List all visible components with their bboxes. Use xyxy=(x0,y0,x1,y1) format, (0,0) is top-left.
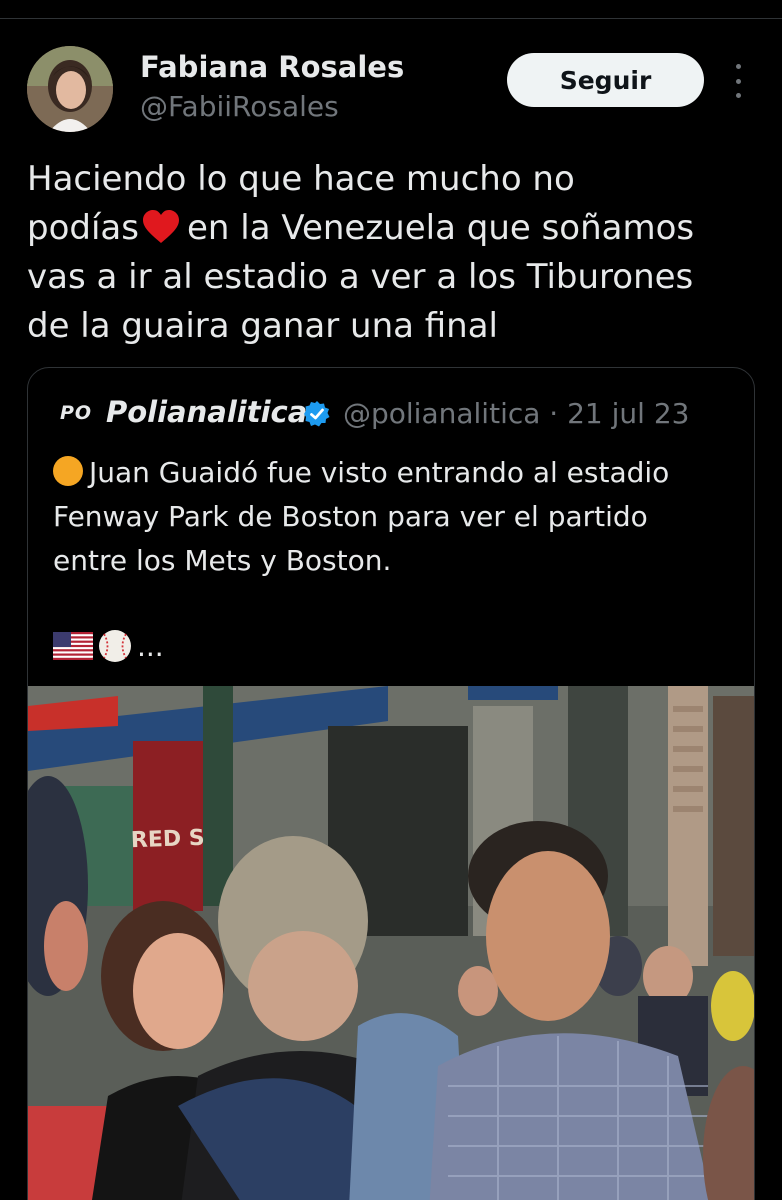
baseball-emoji-icon xyxy=(99,630,131,662)
verified-badge-icon xyxy=(304,401,330,427)
quoted-tweet-photo[interactable]: RED S xyxy=(28,686,754,1200)
more-options-icon[interactable] xyxy=(726,64,750,98)
author-handle[interactable]: @FabiiRosales xyxy=(140,90,339,123)
quoted-author-logo: PO xyxy=(60,402,93,424)
quoted-emoji-row: ... xyxy=(53,626,164,666)
quoted-author-name[interactable]: Polianalitica xyxy=(106,395,307,429)
stadium-crowd-photo: RED S xyxy=(28,686,754,1200)
top-divider xyxy=(0,18,782,19)
quoted-tweet-text: Juan Guaidó fue visto entrando al estadi… xyxy=(53,451,743,583)
quoted-line: Fenway Park de Boston para ver el partid… xyxy=(53,500,648,533)
tweet-text: Haciendo lo que hace mucho no podías en l… xyxy=(27,155,757,351)
truncation-ellipsis: ... xyxy=(137,629,164,663)
quoted-line: entre los Mets y Boston. xyxy=(53,544,392,577)
heart-emoji-icon xyxy=(142,210,179,243)
quoted-tweet-card[interactable]: PO Polianalitica @polianalitica · 21 jul… xyxy=(27,367,755,1200)
photo-sign-text: RED S xyxy=(130,826,205,854)
quoted-line-first: Juan Guaidó fue visto entrando al estadi… xyxy=(53,451,743,495)
follow-button[interactable]: Seguir xyxy=(507,53,704,107)
tweet-line: podías xyxy=(27,208,139,248)
tweet-line: en la Venezuela que soñamos xyxy=(186,208,695,248)
author-name[interactable]: Fabiana Rosales xyxy=(140,50,404,84)
more-dot xyxy=(735,93,741,98)
orange-circle-emoji-icon xyxy=(53,456,83,486)
more-dot xyxy=(735,78,741,84)
more-dot xyxy=(735,64,741,69)
quoted-line: Juan Guaidó fue visto entrando al estadi… xyxy=(89,456,670,489)
quoted-handle-and-date[interactable]: @polianalitica · 21 jul 23 xyxy=(343,397,689,430)
profile-photo xyxy=(27,46,113,132)
tweet-line: vas a ir al estadio a ver a los Tiburone… xyxy=(27,257,694,297)
tweet-line-with-emoji: podías en la Venezuela que soñamos xyxy=(27,204,757,253)
us-flag-emoji-icon xyxy=(53,632,93,660)
author-avatar[interactable] xyxy=(27,46,113,132)
tweet-line: de la guaira ganar una final xyxy=(27,306,499,346)
tweet-line: Haciendo lo que hace mucho no xyxy=(27,159,575,199)
